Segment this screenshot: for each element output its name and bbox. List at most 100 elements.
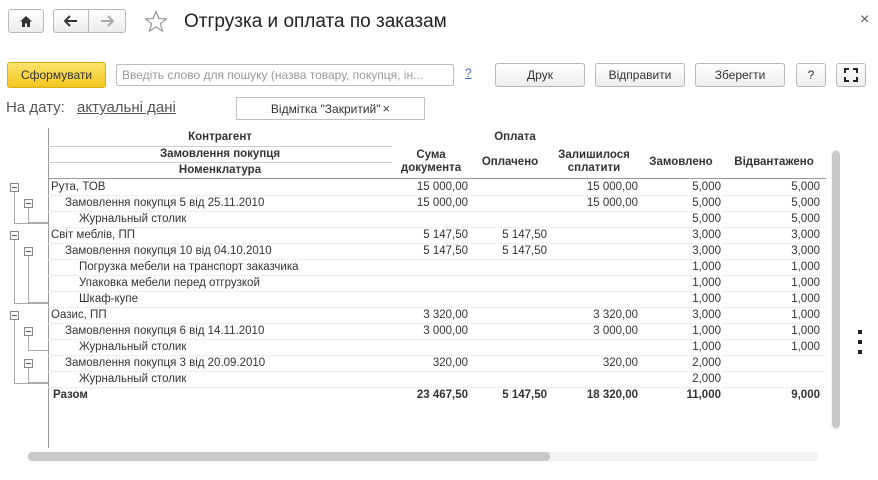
- table-cell-ordered: 1,000: [692, 341, 721, 353]
- total-cell-shipped: 9,000: [791, 389, 820, 401]
- tree-line: [28, 368, 29, 382]
- collapse-toggle-icon[interactable]: [24, 199, 33, 208]
- collapse-toggle-icon[interactable]: [10, 183, 19, 192]
- table-cell-shipped: 5,000: [791, 213, 820, 225]
- search-help-link[interactable]: ?: [465, 66, 472, 80]
- table-cell-paid: 5 147,50: [502, 229, 547, 241]
- table-cell-ordered: 5,000: [692, 197, 721, 209]
- grid-line: [48, 146, 392, 147]
- report-table: Контрагент Оплата Замовлення покупця Ном…: [0, 128, 840, 448]
- collapse-toggle-icon[interactable]: [10, 231, 19, 240]
- table-cell-ordered: 5,000: [692, 213, 721, 225]
- tree-line: [14, 320, 15, 383]
- table-cell-ordered: 1,000: [692, 277, 721, 289]
- table-cell-remaining: 3 000,00: [593, 325, 638, 337]
- horizontal-scrollbar-thumb[interactable]: [28, 452, 550, 461]
- table-cell-shipped: 3,000: [791, 245, 820, 257]
- collapse-toggle-icon[interactable]: [24, 359, 33, 368]
- help-button[interactable]: ?: [796, 63, 826, 87]
- table-row-name: Погрузка мебели на транспорт заказчика: [79, 261, 299, 273]
- back-button[interactable]: [53, 9, 89, 33]
- close-icon[interactable]: ×: [860, 11, 869, 29]
- arrow-left-icon: [64, 15, 77, 27]
- header-ordered: Замовлено: [649, 156, 713, 168]
- table-row-name: Журнальный столик: [79, 341, 187, 353]
- table-row-name[interactable]: Замовлення покупця 5 від 25.11.2010: [65, 195, 264, 211]
- tree-line: [14, 383, 48, 384]
- header-payment: Оплата: [494, 131, 536, 143]
- collapse-toggle-icon[interactable]: [24, 247, 33, 256]
- closed-mark-filter[interactable]: Відмітка "Закритий" ×: [236, 97, 425, 120]
- table-cell-shipped: 1,000: [791, 277, 820, 289]
- tree-line: [28, 350, 48, 351]
- table-cell-sum: 320,00: [432, 357, 468, 369]
- table-cell-ordered: 3,000: [692, 229, 721, 241]
- send-button[interactable]: Відправити: [595, 63, 685, 87]
- table-cell-sum: 15 000,00: [416, 181, 468, 193]
- page-title: Отгрузка и оплата по заказам: [184, 11, 447, 32]
- header-doc-sum: Сума документа: [400, 149, 462, 174]
- forward-button[interactable]: [88, 9, 126, 33]
- table-row-name[interactable]: Замовлення покупця 3 від 20.09.2010: [65, 355, 265, 371]
- table-cell-ordered: 1,000: [692, 293, 721, 305]
- table-cell-ordered: 1,000: [692, 325, 721, 337]
- star-icon: [144, 9, 168, 33]
- table-cell-sum: 3 320,00: [423, 309, 468, 321]
- date-label: На дату:: [6, 99, 65, 116]
- more-actions-icon[interactable]: [857, 330, 863, 356]
- tree-line: [14, 303, 48, 304]
- table-row-name: Шкаф-купе: [79, 293, 139, 305]
- print-button[interactable]: Друк: [495, 63, 585, 87]
- save-button[interactable]: Зберегти: [695, 63, 785, 87]
- header-remaining: Залишилося сплатити: [558, 149, 630, 174]
- table-row-name[interactable]: Замовлення покупця 6 від 14.11.2010: [65, 323, 264, 339]
- table-row-name[interactable]: Рута, ТОВ: [51, 179, 105, 195]
- table-cell-shipped: 5,000: [791, 181, 820, 193]
- home-icon: [20, 15, 32, 27]
- table-cell-sum: 15 000,00: [416, 197, 468, 209]
- tree-line: [28, 302, 48, 303]
- table-row-name[interactable]: Світ меблів, ПП: [51, 227, 135, 243]
- tree-line: [28, 336, 29, 350]
- tree-line: [14, 223, 48, 224]
- table-cell-shipped: 1,000: [791, 341, 820, 353]
- total-cell-paid: 5 147,50: [502, 389, 547, 401]
- total-row-label: Разом: [53, 389, 88, 401]
- table-cell-ordered: 2,000: [692, 357, 721, 369]
- table-cell-ordered: 5,000: [692, 181, 721, 193]
- tree-line: [28, 382, 48, 383]
- collapse-toggle-icon[interactable]: [10, 311, 19, 320]
- header-counterparty: Контрагент: [188, 131, 252, 143]
- tree-line: [14, 240, 15, 303]
- table-cell-ordered: 1,000: [692, 261, 721, 273]
- table-row-name[interactable]: Оазис, ПП: [51, 307, 107, 323]
- favorite-star[interactable]: [144, 9, 168, 36]
- table-cell-shipped: 3,000: [791, 229, 820, 241]
- table-cell-sum: 5 147,50: [423, 229, 468, 241]
- date-value-link[interactable]: актуальні дані: [77, 99, 176, 116]
- total-cell-remaining: 18 320,00: [586, 389, 638, 401]
- generate-button[interactable]: Сформувати: [7, 62, 106, 88]
- table-cell-remaining: 3 320,00: [593, 309, 638, 321]
- home-button[interactable]: [8, 9, 44, 33]
- vertical-scrollbar-thumb[interactable]: [832, 151, 840, 428]
- table-cell-remaining: 15 000,00: [586, 197, 638, 209]
- grid-line: [48, 162, 392, 163]
- table-cell-shipped: 1,000: [791, 309, 820, 321]
- table-row-name: Журнальный столик: [79, 213, 187, 225]
- table-row-name: Журнальный столик: [79, 373, 187, 385]
- total-cell-sum: 23 467,50: [416, 389, 468, 401]
- collapse-toggle-icon[interactable]: [24, 327, 33, 336]
- table-cell-remaining: 320,00: [602, 357, 638, 369]
- close-icon[interactable]: ×: [382, 101, 390, 116]
- table-cell-ordered: 3,000: [692, 309, 721, 321]
- header-shipped: Відвантажено: [734, 156, 814, 168]
- table-cell-sum: 3 000,00: [423, 325, 468, 337]
- search-input[interactable]: Введіть слово для пошуку (назва товару, …: [116, 64, 454, 86]
- fullscreen-icon: [844, 68, 858, 82]
- fullscreen-button[interactable]: [836, 63, 866, 87]
- table-cell-shipped: 1,000: [791, 293, 820, 305]
- table-cell-shipped: 5,000: [791, 197, 820, 209]
- tree-line: [14, 192, 15, 223]
- table-row-name[interactable]: Замовлення покупця 10 від 04.10.2010: [65, 243, 272, 259]
